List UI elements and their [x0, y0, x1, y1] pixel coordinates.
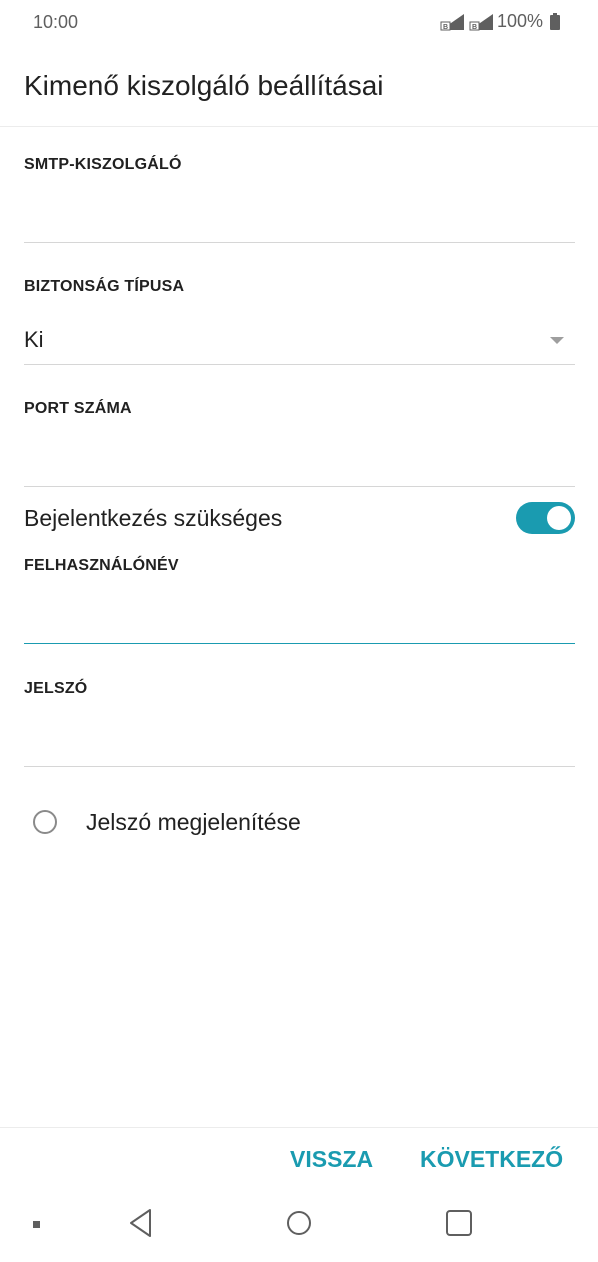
sim2-label: B [472, 24, 477, 31]
password-underline [24, 766, 575, 767]
port-underline [24, 486, 575, 487]
signal-icon: B [468, 13, 494, 31]
app-bar: Kimenő kiszolgáló beállításai [0, 46, 598, 127]
page-title: Kimenő kiszolgáló beállításai [24, 70, 384, 101]
username-input[interactable] [24, 598, 575, 638]
security-type-value: Ki [24, 327, 44, 352]
status-icons: B B 100% [439, 11, 560, 32]
nav-home-icon[interactable] [286, 1207, 314, 1244]
password-label: JELSZÓ [24, 680, 88, 697]
username-underline [24, 643, 575, 644]
signal-icon: B [439, 13, 465, 31]
security-type-select[interactable] [24, 315, 575, 365]
username-label: FELHASZNÁLÓNÉV [24, 557, 179, 574]
nav-back-icon[interactable] [128, 1207, 154, 1244]
sim1-label: B [443, 24, 448, 31]
security-type-underline [24, 364, 575, 365]
port-input[interactable] [24, 442, 575, 482]
bottom-divider [0, 1127, 598, 1128]
back-button[interactable]: VISSZA [290, 1146, 373, 1173]
battery-icon [550, 13, 560, 30]
password-input[interactable] [24, 722, 575, 762]
show-password-label: Jelszó megjelenítése [86, 808, 301, 835]
smtp-server-underline [24, 242, 575, 243]
smtp-server-label: SMTP-KISZOLGÁLÓ [24, 156, 182, 173]
battery-percent: 100% [496, 11, 543, 31]
status-bar: 10:00 B B 100% [0, 0, 598, 46]
chevron-down-icon [550, 337, 564, 344]
security-type-label: BIZTONSÁG TÍPUSA [24, 278, 185, 295]
login-required-toggle[interactable] [516, 502, 575, 534]
smtp-server-input[interactable] [24, 198, 575, 238]
status-time: 10:00 [33, 12, 79, 32]
toggle-knob [547, 506, 571, 530]
show-password-option[interactable]: Jelszó megjelenítése [33, 806, 301, 838]
login-required-label: Bejelentkezés szükséges [24, 505, 283, 531]
navigation-bar [0, 1190, 598, 1262]
show-password-radio[interactable] [33, 810, 57, 834]
port-label: PORT SZÁMA [24, 400, 132, 417]
nav-recent-icon[interactable] [446, 1207, 474, 1244]
next-button[interactable]: KÖVETKEZŐ [420, 1146, 563, 1173]
nav-dot-icon [33, 1221, 40, 1228]
